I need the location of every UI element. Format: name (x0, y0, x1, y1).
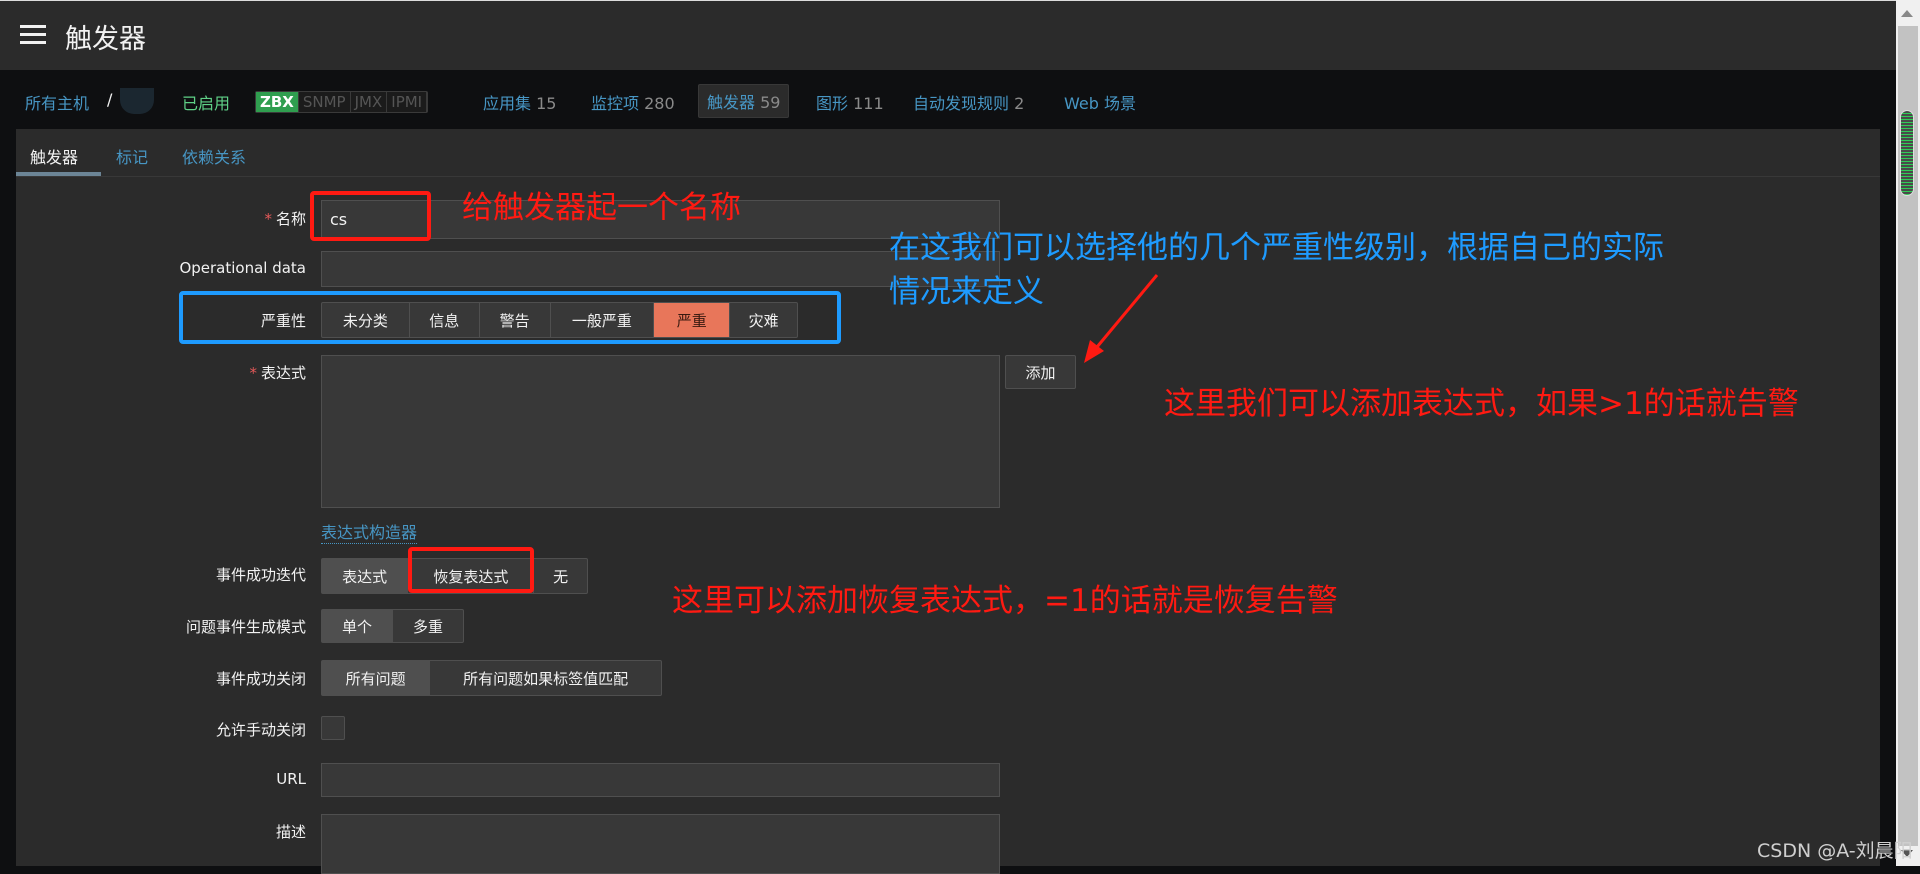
name-label-text: 名称 (275, 210, 306, 228)
all-hosts-link[interactable]: 所有主机 (25, 90, 89, 114)
tab-dependencies[interactable]: 依赖关系 (182, 144, 246, 168)
option-single[interactable]: 单个 (322, 610, 393, 642)
problem-mode-selector: 单个 多重 (321, 609, 464, 643)
active-tab-indicator (16, 172, 101, 176)
recovery-highlight-box (408, 547, 534, 593)
nav-count: 15 (536, 94, 557, 113)
csdn-watermark: CSDN @A-刘晨阳 (1757, 840, 1913, 862)
page-title: 触发器 (65, 24, 146, 55)
expression-builder-link[interactable]: 表达式构造器 (321, 519, 418, 544)
nav-count: 111 (853, 94, 884, 113)
annotation-arrow-icon (1084, 274, 1159, 363)
jmx-tag: JMX (350, 92, 388, 112)
ok-close-selector: 所有问题 所有问题如果标签值匹配 (321, 660, 662, 696)
expression-annotation: 这里我们可以添加表达式，如果>1的话就告警 (1164, 386, 1799, 422)
add-expression-button[interactable]: 添加 (1005, 355, 1076, 389)
redacted-host-name (120, 88, 154, 114)
nav-label: 触发器 (707, 93, 756, 112)
ok-close-label: 事件成功关闭 (215, 670, 306, 688)
nav-label: 应用集 (483, 94, 532, 113)
snmp-tag: SNMP (298, 92, 351, 112)
nav-applications[interactable]: 应用集 15 (483, 90, 556, 114)
nav-web-scenarios[interactable]: Web 场景 (1064, 90, 1136, 114)
required-mark: * (249, 364, 257, 382)
name-annotation: 给触发器起一个名称 (462, 190, 741, 226)
problem-mode-label: 问题事件生成模式 (185, 618, 306, 636)
manual-close-checkbox[interactable] (321, 716, 345, 740)
enabled-status[interactable]: 已启用 (182, 90, 230, 114)
url-input[interactable] (321, 763, 1000, 797)
operational-data-label: Operational data (179, 259, 306, 277)
description-textarea[interactable] (321, 814, 1000, 874)
nav-graphs[interactable]: 图形 111 (816, 90, 884, 114)
severity-annotation-line1: 在这我们可以选择他的几个严重性级别，根据自己的实际 (889, 230, 1664, 266)
option-all-problems[interactable]: 所有问题 (322, 661, 431, 695)
nav-discovery-rules[interactable]: 自动发现规则 2 (913, 90, 1024, 114)
nav-count: 59 (760, 93, 781, 112)
nav-items[interactable]: 监控项 280 (591, 90, 675, 114)
option-none[interactable]: 无 (534, 559, 587, 593)
nav-label: 图形 (816, 94, 849, 113)
recovery-annotation: 这里可以添加恢复表达式，=1的话就是恢复告警 (672, 583, 1338, 619)
expression-label-text: 表达式 (260, 364, 306, 382)
host-navigation: 所有主机 / 已启用 ZBX SNMP JMX IPMI 应用集 15 监控项 … (0, 70, 1896, 129)
breadcrumb-separator: / (107, 90, 113, 109)
menu-icon[interactable] (20, 25, 46, 45)
nav-label: 自动发现规则 (913, 94, 1010, 113)
vertical-scrollbar[interactable] (1896, 0, 1920, 866)
zbx-tag: ZBX (256, 92, 299, 112)
nav-count: 280 (644, 94, 675, 113)
nav-triggers[interactable]: 触发器 59 (698, 84, 790, 118)
severity-annotation-line2: 情况来定义 (889, 274, 1044, 310)
manual-close-label: 允许手动关闭 (215, 721, 306, 739)
page-header: 触发器 (0, 0, 1896, 70)
scroll-up-arrow-icon[interactable] (1901, 10, 1913, 17)
ipmi-tag: IPMI (387, 92, 428, 112)
option-multiple[interactable]: 多重 (393, 610, 463, 642)
nav-count: 2 (1014, 94, 1025, 113)
tab-trigger[interactable]: 触发器 (30, 144, 78, 168)
severity-highlight-box (179, 291, 841, 344)
name-highlight-box (310, 191, 431, 241)
scrollbar-thumb[interactable] (1900, 110, 1914, 196)
form-tabs: 触发器 标记 依赖关系 (16, 129, 1880, 177)
expression-textarea[interactable] (321, 355, 1000, 508)
option-all-problems-tag-match[interactable]: 所有问题如果标签值匹配 (430, 661, 661, 695)
tab-tags[interactable]: 标记 (116, 144, 148, 168)
nav-label: 监控项 (591, 94, 640, 113)
name-label: * 名称 (264, 208, 306, 229)
ok-event-generation-label: 事件成功迭代 (215, 566, 306, 584)
availability-tags: ZBX SNMP JMX IPMI (255, 91, 429, 113)
url-label: URL (276, 770, 306, 788)
required-mark: * (264, 210, 272, 228)
expression-label: * 表达式 (249, 362, 306, 383)
option-expression[interactable]: 表达式 (322, 559, 409, 593)
description-label: 描述 (275, 823, 306, 841)
